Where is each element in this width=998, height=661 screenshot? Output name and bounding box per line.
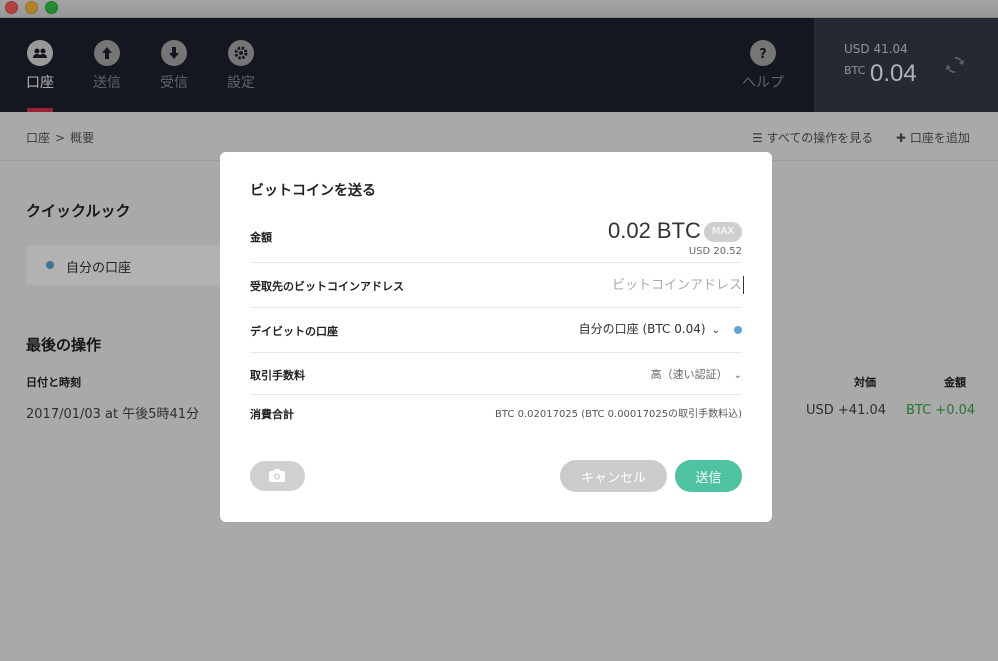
divider [250,262,742,263]
account-color-dot [734,325,742,334]
address-label: 受取先のビットコインアドレス [250,280,404,293]
debit-account-label: デイビットの口座 [250,325,338,338]
amount-usd-equivalent: USD 20.52 [688,246,742,257]
bottom-edge [0,655,998,661]
divider [250,394,742,395]
amount-input[interactable]: 0.02 BTC [608,218,701,244]
address-input[interactable] [530,276,744,294]
send-button[interactable]: 送信 [675,460,742,492]
camera-icon [269,469,285,482]
fee-select[interactable]: 高（速い認証） ⌄ [651,366,742,382]
fee-label: 取引手数料 [250,369,305,382]
total-label: 消費合計 [250,408,294,421]
fee-value: 高（速い認証） [650,368,728,381]
amount-label: 金額 [250,231,272,244]
divider [250,352,742,353]
chevron-down-icon: ⌄ [711,325,720,336]
chevron-down-icon: ⌄ [733,370,742,381]
divider [250,307,742,308]
max-button[interactable]: MAX [704,222,742,242]
send-bitcoin-dialog: ビットコインを送る 金額 0.02 BTC MAX USD 20.52 受取先の… [220,152,772,522]
debit-account-select[interactable]: 自分の口座 (BTC 0.04) ⌄ [579,320,742,337]
debit-account-value: 自分の口座 (BTC 0.04) [578,322,706,336]
cancel-button[interactable]: キャンセル [560,460,667,492]
total-value: BTC 0.02017025 (BTC 0.00017025の取引手数料込) [495,409,742,420]
scan-qr-button[interactable] [250,461,305,491]
dialog-title: ビットコインを送る [250,183,376,199]
